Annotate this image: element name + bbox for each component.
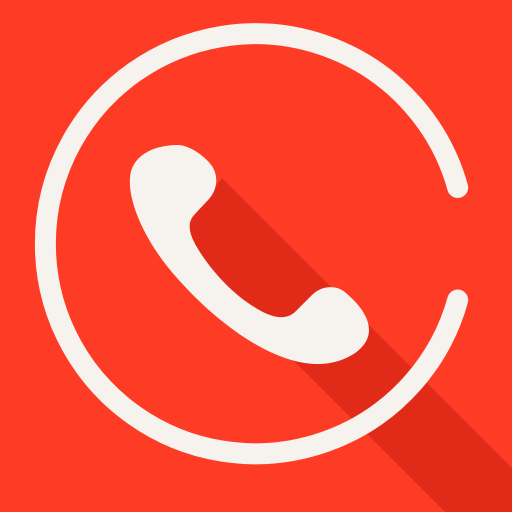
call-app-icon[interactable] [0, 0, 512, 512]
